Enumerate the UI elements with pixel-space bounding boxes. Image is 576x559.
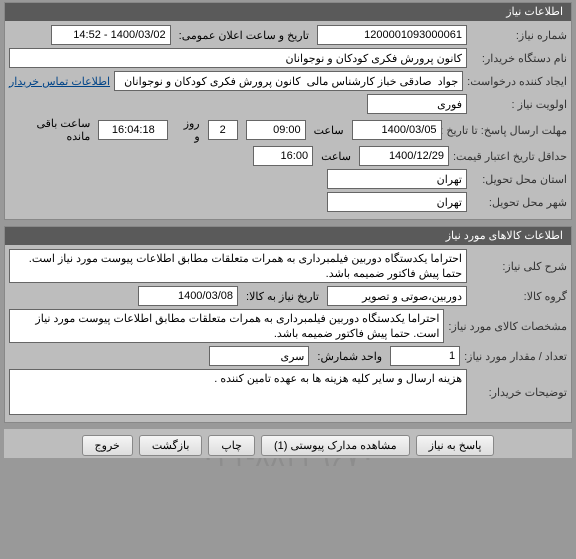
province-field[interactable] xyxy=(327,169,467,189)
org-label: نام دستگاه خریدار: xyxy=(471,52,567,65)
notes-field[interactable] xyxy=(9,369,467,415)
qty-label: تعداد / مقدار مورد نیاز: xyxy=(464,350,567,363)
priority-field[interactable] xyxy=(367,94,467,114)
need-date-label: تاریخ نیاز به کالا: xyxy=(242,290,323,303)
unit-label: واحد شمارش: xyxy=(313,350,386,363)
goods-info-panel: اطلاعات کالاهای مورد نیاز شرح کلی نیاز: … xyxy=(4,226,572,423)
need-info-header: اطلاعات نیاز xyxy=(5,3,571,21)
main-desc-field[interactable] xyxy=(9,249,467,283)
remaining-label: ساعت باقی مانده xyxy=(9,117,94,143)
creator-field[interactable] xyxy=(114,71,463,91)
exit-button[interactable]: خروج xyxy=(82,435,133,456)
remaining-days-field[interactable] xyxy=(208,120,238,140)
unit-field[interactable] xyxy=(209,346,309,366)
view-attachments-button[interactable]: مشاهده مدارک پیوستی (1) xyxy=(261,435,410,456)
deadline-time-field[interactable] xyxy=(246,120,306,140)
days-and-label: روز و xyxy=(172,117,203,143)
notes-label: توضیحات خریدار: xyxy=(471,386,567,399)
goods-info-header: اطلاعات کالاهای مورد نیاز xyxy=(5,227,571,245)
group-field[interactable] xyxy=(327,286,467,306)
min-valid-label: حداقل تاریخ اعتبار قیمت: xyxy=(453,150,567,163)
remaining-time-field[interactable] xyxy=(98,120,168,140)
need-info-panel: اطلاعات نیاز شماره نیاز: تاریخ و ساعت اع… xyxy=(4,2,572,220)
min-valid-date-field[interactable] xyxy=(359,146,449,166)
creator-label: ایجاد کننده درخواست: xyxy=(467,75,567,88)
action-button-bar: پاسخ به نیاز مشاهده مدارک پیوستی (1) چاپ… xyxy=(4,429,572,458)
print-button[interactable]: چاپ xyxy=(208,435,255,456)
min-valid-time-field[interactable] xyxy=(253,146,313,166)
org-field[interactable] xyxy=(9,48,467,68)
buyer-contact-link[interactable]: اطلاعات تماس خریدار xyxy=(9,75,110,88)
group-label: گروه کالا: xyxy=(471,290,567,303)
back-button[interactable]: بازگشت xyxy=(139,435,203,456)
priority-label: اولویت نیاز : xyxy=(471,98,567,111)
province-label: استان محل تحویل: xyxy=(471,173,567,186)
city-field[interactable] xyxy=(327,192,467,212)
public-datetime-label: تاریخ و ساعت اعلان عمومی: xyxy=(175,29,313,42)
spec-label: مشخصات کالای مورد نیاز: xyxy=(448,320,567,333)
reply-button[interactable]: پاسخ به نیاز xyxy=(416,435,495,456)
main-desc-label: شرح کلی نیاز: xyxy=(471,260,567,273)
reply-deadline-label: مهلت ارسال پاسخ: تا تاریخ : xyxy=(446,124,567,137)
qty-field[interactable] xyxy=(390,346,460,366)
request-no-field[interactable] xyxy=(317,25,467,45)
public-datetime-field[interactable] xyxy=(51,25,171,45)
deadline-time-label: ساعت xyxy=(310,124,348,137)
need-date-field[interactable] xyxy=(138,286,238,306)
request-no-label: شماره نیاز: xyxy=(471,29,567,42)
deadline-date-field[interactable] xyxy=(352,120,442,140)
city-label: شهر محل تحویل: xyxy=(471,196,567,209)
min-valid-time-label: ساعت xyxy=(317,150,355,163)
spec-field[interactable] xyxy=(9,309,444,343)
